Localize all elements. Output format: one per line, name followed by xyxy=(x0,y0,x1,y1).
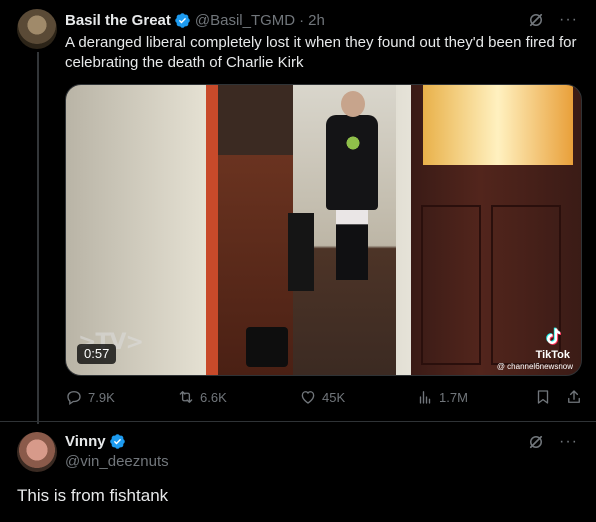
grok-icon[interactable] xyxy=(527,11,545,29)
bookmark-button[interactable] xyxy=(534,388,552,406)
video-frame-shoes xyxy=(246,327,288,367)
views-icon xyxy=(419,391,431,404)
heart-icon xyxy=(301,391,315,404)
like-button[interactable]: 45K xyxy=(299,388,345,406)
share-icon xyxy=(568,390,580,403)
reply-author-avatar[interactable] xyxy=(17,432,57,472)
video-frame-bin xyxy=(288,213,314,291)
video-frame-shirt-print xyxy=(343,133,363,153)
thread-line xyxy=(37,52,39,424)
tweet-header: Basil the Great @Basil_TGMD · 2h xyxy=(65,10,325,30)
verified-badge-icon xyxy=(109,434,125,449)
views-count: 1.7M xyxy=(439,389,468,405)
tweet-divider xyxy=(0,421,596,422)
video-frame-person-legs xyxy=(336,210,368,280)
more-options-icon[interactable]: ··· xyxy=(559,11,578,29)
author-handle[interactable]: @Basil_TGMD xyxy=(195,12,295,29)
tweet-actions: 7.9K 6.6K 45K 1.7M xyxy=(65,388,583,408)
repost-count: 6.6K xyxy=(200,389,227,405)
bookmark-icon xyxy=(537,390,549,404)
video-duration: 0:57 xyxy=(77,344,117,364)
share-button[interactable] xyxy=(565,388,583,406)
reply-button[interactable]: 7.9K xyxy=(65,388,115,406)
grok-icon[interactable] xyxy=(527,433,545,451)
repost-button[interactable]: 6.6K xyxy=(177,388,227,406)
reply-icon xyxy=(67,391,81,406)
video-frame-person-body xyxy=(326,115,378,210)
video-frame-doorframe xyxy=(206,85,218,375)
tiktok-label: TikTok xyxy=(535,349,570,361)
reply-author-name[interactable]: Vinny xyxy=(65,433,106,450)
verified-badge-icon xyxy=(175,12,190,28)
reply-count: 7.9K xyxy=(88,389,115,405)
main-tweet[interactable]: Basil the Great @Basil_TGMD · 2h ··· A d… xyxy=(0,0,596,424)
header-separator: · xyxy=(299,11,305,29)
tiktok-username: @ channel6newsnow xyxy=(496,362,573,371)
reply-header: Vinny xyxy=(65,433,130,450)
author-avatar[interactable] xyxy=(17,9,57,49)
tweet-text: A deranged liberal completely lost it wh… xyxy=(65,34,577,71)
reply-text: This is from fishtank xyxy=(17,486,169,505)
tiktok-watermark: TikTok @ channel6newsnow xyxy=(497,325,573,371)
tiktok-icon xyxy=(546,327,561,345)
video-player[interactable]: >TV> 0:57 TikTok @ channel6newsnow xyxy=(65,84,582,376)
reply-author-handle[interactable]: @vin_deeznuts xyxy=(65,453,169,470)
like-count: 45K xyxy=(322,389,346,405)
video-frame-person-head xyxy=(341,91,365,117)
video-frame-door-panel xyxy=(421,205,481,365)
repost-icon xyxy=(179,391,193,403)
views-button[interactable]: 1.7M xyxy=(416,388,468,406)
more-options-icon[interactable]: ··· xyxy=(559,433,578,451)
tweet-menu: ··· xyxy=(527,11,578,29)
tweet-timestamp[interactable]: 2h xyxy=(308,12,325,29)
video-frame-window xyxy=(423,85,573,165)
reply-menu: ··· xyxy=(527,433,578,451)
author-name[interactable]: Basil the Great xyxy=(65,12,171,29)
